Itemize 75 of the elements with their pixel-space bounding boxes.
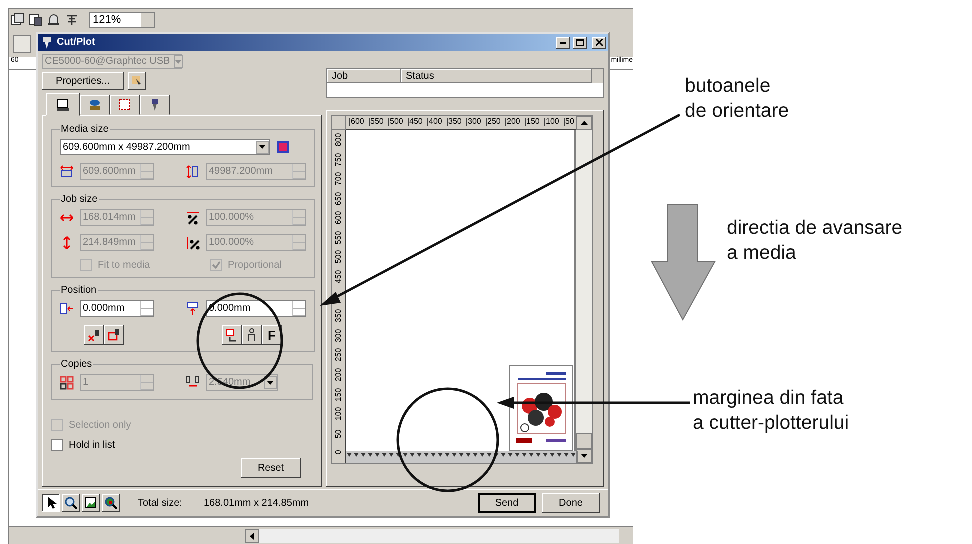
toolbar-button[interactable] bbox=[13, 35, 31, 53]
y-offset-icon bbox=[186, 302, 200, 316]
tab[interactable] bbox=[80, 95, 110, 115]
tab[interactable] bbox=[46, 93, 80, 116]
dialog-button[interactable]: Done bbox=[542, 493, 600, 513]
tab[interactable] bbox=[140, 95, 170, 115]
symbol-icon[interactable] bbox=[65, 13, 79, 27]
f-button[interactable]: F bbox=[262, 325, 282, 345]
dropdown-arrow-icon[interactable] bbox=[259, 145, 266, 149]
x-position-field[interactable]: 0.000mm bbox=[80, 300, 154, 317]
group-label: Copies bbox=[60, 359, 94, 370]
grid-icon bbox=[60, 376, 74, 390]
scroll-thumb[interactable] bbox=[576, 433, 592, 449]
frame-icon bbox=[118, 98, 132, 112]
figure-button[interactable] bbox=[242, 325, 262, 345]
group-label: Media size bbox=[60, 124, 110, 135]
column-header[interactable]: Status bbox=[401, 69, 592, 83]
checkbox[interactable] bbox=[51, 439, 63, 451]
media-width-icon bbox=[60, 164, 74, 178]
window-title: Cut/Plot bbox=[57, 37, 96, 48]
tool-button[interactable] bbox=[42, 494, 60, 512]
zoom-fit-icon bbox=[104, 496, 118, 510]
clear-offset-button[interactable] bbox=[84, 325, 104, 345]
scroll-up-icon[interactable] bbox=[580, 120, 588, 125]
annotation-text: marginea din fata a cutter-plotterului bbox=[693, 386, 850, 436]
help-icon[interactable] bbox=[276, 140, 290, 154]
close-button[interactable] bbox=[592, 36, 606, 48]
group-label: Position bbox=[60, 285, 98, 296]
vertical-scrollbar[interactable] bbox=[576, 116, 592, 463]
zoom-combo[interactable]: 121% bbox=[89, 12, 155, 28]
group-label: Job size bbox=[60, 194, 99, 205]
checkbox-label: Proportional bbox=[228, 260, 282, 270]
maximize-button[interactable] bbox=[573, 36, 587, 48]
width-percent-icon bbox=[186, 210, 200, 224]
origin-icon bbox=[225, 328, 239, 342]
checkbox-label: Hold in list bbox=[69, 440, 116, 450]
tab[interactable] bbox=[110, 95, 140, 115]
offset-icon bbox=[107, 328, 121, 342]
scroll-left-button[interactable] bbox=[245, 529, 259, 543]
annotation-text: butoanele de orientare bbox=[685, 74, 790, 124]
origin-button[interactable] bbox=[222, 325, 242, 345]
plot-icon bbox=[56, 98, 70, 112]
plotter-settings-button[interactable] bbox=[128, 72, 146, 90]
minimize-button[interactable] bbox=[556, 36, 570, 48]
spacing-icon bbox=[186, 376, 200, 390]
pages-icon[interactable] bbox=[29, 13, 43, 27]
clear-offset-icon bbox=[87, 328, 101, 342]
total-size-label: Total size: bbox=[138, 498, 184, 508]
minimize-icon bbox=[560, 42, 566, 44]
annotation-text: directia de avansare a media bbox=[727, 216, 903, 266]
page-icon bbox=[84, 496, 98, 510]
plotter-icon bbox=[40, 36, 54, 50]
height-percent-icon bbox=[186, 236, 200, 250]
top-ruler: 600 550 500 450 400 350 300 250 200 150 100 50 bbox=[346, 116, 576, 130]
media-length-icon bbox=[186, 164, 200, 178]
properties-button[interactable]: Properties... bbox=[42, 72, 124, 90]
media-icon bbox=[88, 98, 102, 112]
pen-icon bbox=[130, 74, 144, 88]
x-offset-icon bbox=[60, 302, 74, 316]
column-header[interactable]: Job bbox=[327, 69, 401, 83]
close-icon bbox=[596, 39, 602, 46]
scroll-down-icon[interactable] bbox=[580, 454, 588, 458]
zoom-icon bbox=[64, 496, 78, 510]
reset-button[interactable]: Reset bbox=[241, 458, 301, 478]
bell-icon[interactable] bbox=[47, 13, 61, 27]
left-ruler: 800 750 700 650 600 550 500 450 350 300 250 200 150 100 50 0 bbox=[332, 130, 346, 463]
dialog-button[interactable]: Send bbox=[478, 493, 536, 513]
media-size-combo[interactable]: 609.600mm x 49987.200mm bbox=[60, 139, 270, 155]
total-size-value: 168.01mm x 214.85mm bbox=[204, 498, 310, 508]
checkbox-label: Fit to media bbox=[98, 260, 150, 270]
offset-button[interactable] bbox=[104, 325, 124, 345]
window-icon[interactable] bbox=[11, 13, 25, 27]
checkbox-label: Selection only bbox=[69, 420, 132, 430]
maximize-icon bbox=[576, 39, 584, 46]
left-arrow-icon bbox=[250, 532, 254, 540]
